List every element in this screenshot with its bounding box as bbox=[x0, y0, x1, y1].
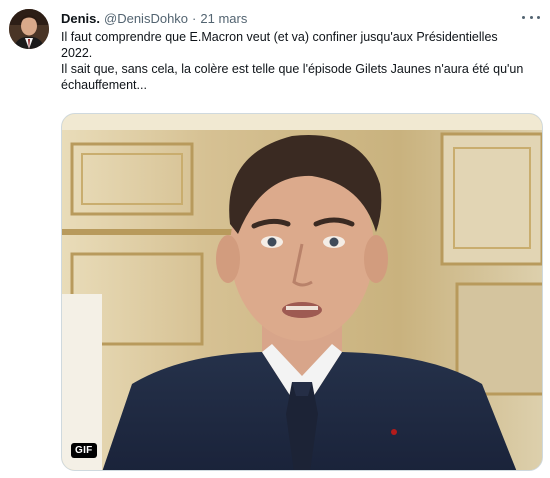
tweet-text-line: Il sait que, sans cela, la colère est te… bbox=[61, 62, 524, 92]
tweet-header: Denis. @DenisDohko · 21 mars bbox=[61, 8, 540, 28]
tweet-text: Il faut comprendre que E.Macron veut (et… bbox=[61, 29, 531, 93]
tweet-text-line: Il faut comprendre que E.Macron veut (et… bbox=[61, 30, 498, 60]
avatar[interactable] bbox=[9, 9, 49, 49]
display-name[interactable]: Denis. bbox=[61, 11, 100, 26]
user-handle[interactable]: @DenisDohko bbox=[104, 11, 188, 26]
tweet-media-gif[interactable]: GIF bbox=[61, 113, 543, 471]
gif-badge: GIF bbox=[71, 443, 97, 458]
tweet[interactable]: Denis. @DenisDohko · 21 mars Il faut com… bbox=[0, 0, 550, 478]
tweet-date[interactable]: 21 mars bbox=[200, 11, 247, 26]
more-horizontal-icon[interactable] bbox=[522, 10, 540, 24]
separator-dot: · bbox=[192, 10, 197, 26]
avatar-image bbox=[9, 9, 49, 49]
gif-frame-illustration bbox=[62, 114, 542, 470]
